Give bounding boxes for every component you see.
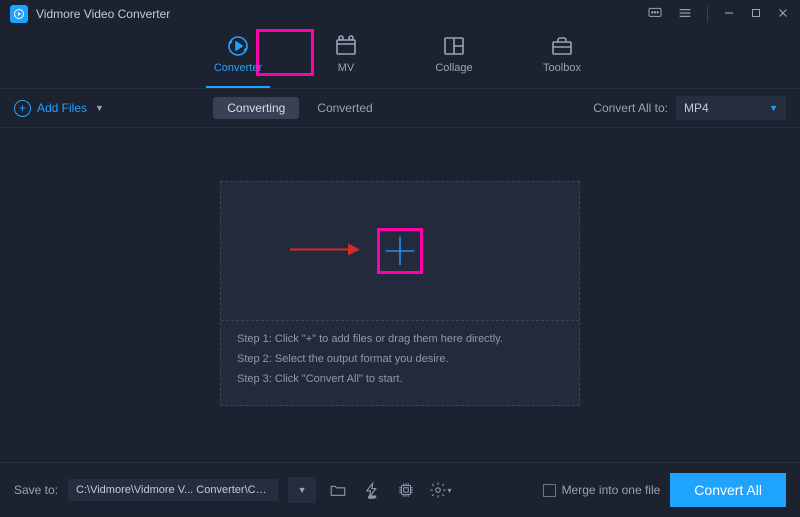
- save-path-field[interactable]: C:\Vidmore\Vidmore V... Converter\Conver…: [68, 479, 278, 501]
- add-file-plus-button[interactable]: [377, 228, 423, 274]
- svg-text:OFF: OFF: [368, 495, 376, 499]
- mode-converting[interactable]: Converting: [213, 97, 299, 119]
- merge-checkbox[interactable]: Merge into one file: [543, 483, 661, 497]
- dropzone[interactable]: Step 1: Click "+" to add files or drag t…: [220, 181, 580, 406]
- add-files-button[interactable]: + Add Files ▼: [14, 100, 104, 117]
- tab-converter[interactable]: Converter: [208, 34, 268, 82]
- main-tabbar: Converter MV Collage Toolbox: [0, 28, 800, 82]
- red-arrow-annotation: [290, 241, 360, 260]
- menu-icon[interactable]: [677, 5, 693, 24]
- tab-collage[interactable]: Collage: [424, 34, 484, 82]
- collage-icon: [442, 34, 466, 58]
- tab-label: Toolbox: [543, 62, 581, 74]
- step-1-text: Step 1: Click "+" to add files or drag t…: [237, 333, 563, 345]
- minimize-icon[interactable]: [722, 6, 736, 23]
- dropzone-top: [221, 182, 579, 321]
- tab-label: MV: [338, 62, 355, 74]
- gpu-icon[interactable]: [394, 478, 418, 502]
- plus-circle-icon: +: [14, 100, 31, 117]
- tab-mv[interactable]: MV: [316, 34, 376, 82]
- footer-icons: OFF ▾: [326, 478, 452, 502]
- dropzone-steps: Step 1: Click "+" to add files or drag t…: [221, 321, 579, 405]
- add-files-label: Add Files: [37, 101, 87, 115]
- mode-converted[interactable]: Converted: [303, 97, 386, 119]
- open-folder-icon[interactable]: [326, 478, 350, 502]
- settings-gear-icon[interactable]: ▾: [428, 478, 452, 502]
- tab-label: Converter: [214, 62, 262, 74]
- window-controls: [647, 5, 790, 24]
- convert-all-to-label: Convert All to:: [593, 101, 668, 115]
- app-logo-icon: [10, 5, 28, 23]
- save-path-dropdown[interactable]: ▼: [288, 477, 316, 503]
- step-2-text: Step 2: Select the output format you des…: [237, 353, 563, 365]
- tab-label: Collage: [435, 62, 472, 74]
- step-3-text: Step 3: Click "Convert All" to start.: [237, 373, 563, 385]
- chevron-down-icon: ▼: [95, 103, 104, 113]
- toolbar: + Add Files ▼ Converting Converted Conve…: [0, 88, 800, 128]
- hw-accel-icon[interactable]: OFF: [360, 478, 384, 502]
- chat-icon[interactable]: [647, 5, 663, 24]
- convert-all-to-value: MP4: [684, 101, 709, 115]
- save-to-label: Save to:: [14, 483, 58, 497]
- convert-all-to-select[interactable]: MP4 ▼: [676, 96, 786, 120]
- chevron-down-icon: ▼: [769, 103, 778, 113]
- titlebar: Vidmore Video Converter: [0, 0, 800, 28]
- convert-all-button[interactable]: Convert All: [670, 473, 786, 507]
- merge-label: Merge into one file: [562, 483, 661, 497]
- tab-toolbox[interactable]: Toolbox: [532, 34, 592, 82]
- close-icon[interactable]: [776, 6, 790, 23]
- checkbox-icon: [543, 484, 556, 497]
- mv-icon: [334, 34, 358, 58]
- toolbox-icon: [550, 34, 574, 58]
- footer: Save to: C:\Vidmore\Vidmore V... Convert…: [0, 462, 800, 517]
- mode-toggle: Converting Converted: [213, 97, 386, 119]
- maximize-icon[interactable]: [750, 6, 762, 22]
- content-area: Step 1: Click "+" to add files or drag t…: [0, 128, 800, 458]
- convert-all-to: Convert All to: MP4 ▼: [593, 96, 786, 120]
- app-title: Vidmore Video Converter: [36, 7, 170, 21]
- converter-icon: [226, 34, 250, 58]
